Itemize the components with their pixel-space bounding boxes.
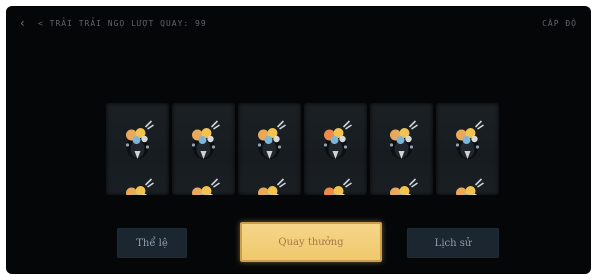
slot-reel xyxy=(370,103,433,195)
coin-pouch-icon xyxy=(389,120,418,195)
slot-reels xyxy=(106,103,503,195)
coin-pouch-icon xyxy=(257,120,286,195)
top-bar: ‹ < TRẢI TRẢI NGỌ LƯỢT QUAY: 99 CẤP ĐỘ xyxy=(6,6,591,40)
history-button[interactable]: Lịch sử xyxy=(407,228,499,258)
coin-pouch-icon xyxy=(125,120,154,195)
slot-reel xyxy=(106,103,169,195)
slot-reel xyxy=(304,103,367,195)
history-button-label: Lịch sử xyxy=(434,237,472,249)
back-icon[interactable]: ‹ xyxy=(20,16,34,30)
slot-reel xyxy=(238,103,301,195)
game-screen: ‹ < TRẢI TRẢI NGỌ LƯỢT QUAY: 99 CẤP ĐỘ T… xyxy=(6,6,591,274)
topbar-right-label[interactable]: CẤP ĐỘ xyxy=(542,19,577,28)
spin-button-label: Quay thưởng xyxy=(278,236,344,248)
slot-reel xyxy=(172,103,235,195)
coin-pouch-icon xyxy=(455,120,484,195)
screen-title: < TRẢI TRẢI NGỌ LƯỢT QUAY: 99 xyxy=(38,18,207,28)
coin-pouch-icon xyxy=(323,120,352,195)
action-buttons: Thể lệ Quay thưởng Lịch sử xyxy=(6,222,591,264)
rules-button-label: Thể lệ xyxy=(136,237,168,249)
slot-reel xyxy=(436,103,499,195)
coin-pouch-icon xyxy=(191,120,220,195)
spin-button[interactable]: Quay thưởng xyxy=(240,222,382,262)
rules-button[interactable]: Thể lệ xyxy=(117,228,187,258)
